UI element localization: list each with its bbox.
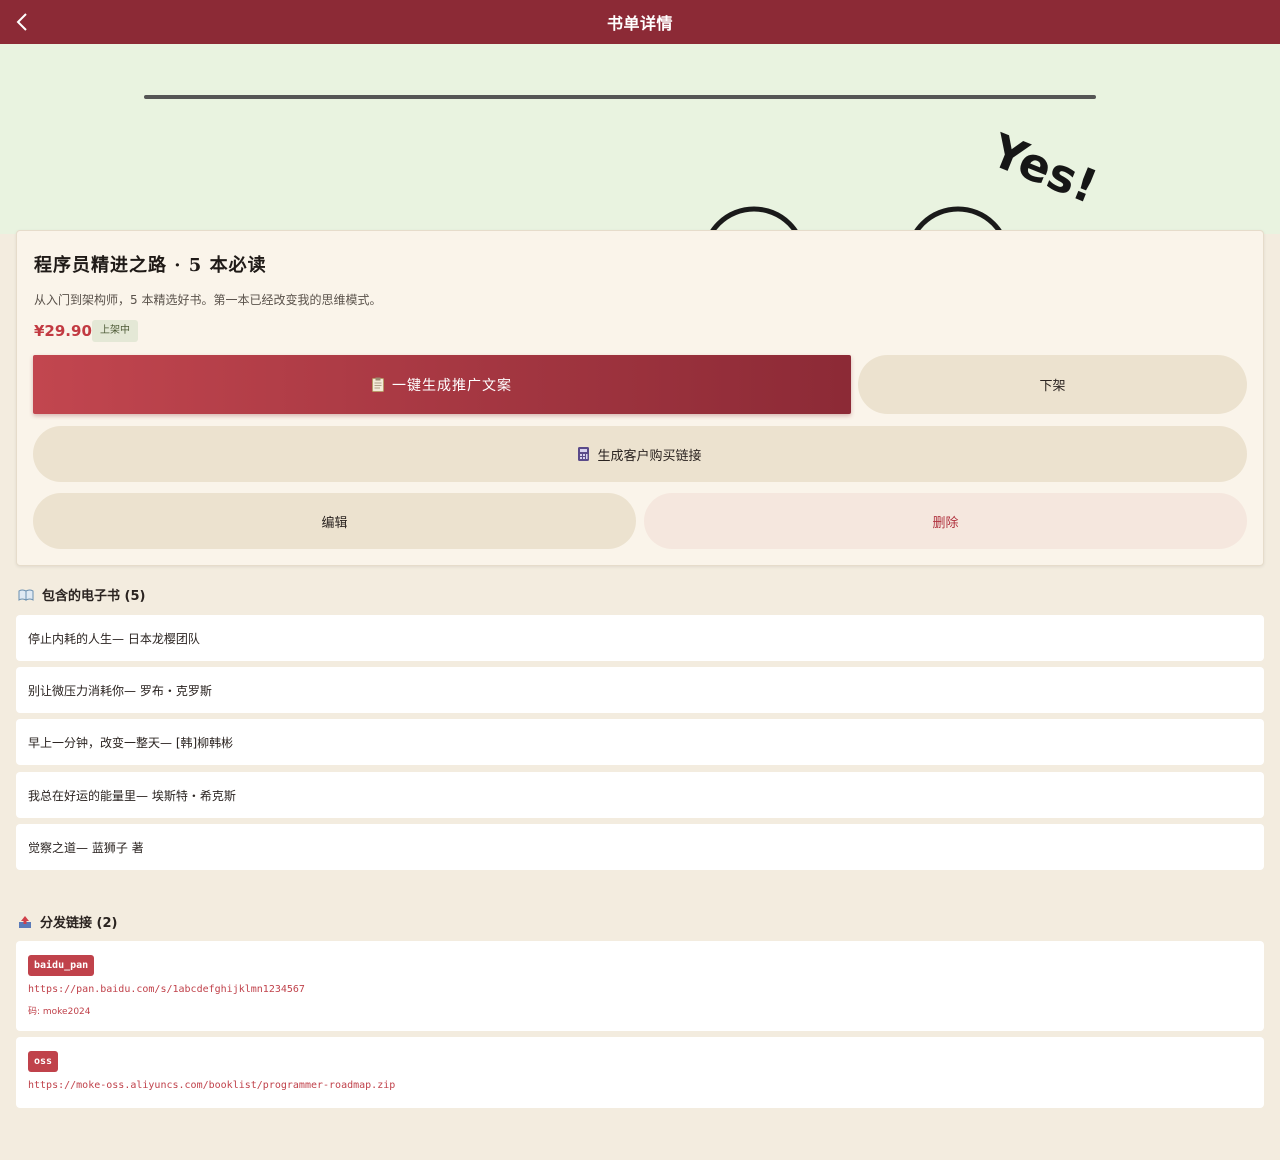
delete-button[interactable]: 删除 bbox=[644, 493, 1247, 549]
booklist-card: 程序员精进之路 · 5 本必读 从入门到架构师，5 本精选好书。第一本已经改变我… bbox=[16, 230, 1264, 566]
generate-purchase-link-button[interactable]: 生成客户购买链接 bbox=[33, 426, 1247, 482]
link-url[interactable]: https://pan.baidu.com/s/1abcdefghijklmn1… bbox=[28, 984, 305, 995]
generate-purchase-link-label: 生成客户购买链接 bbox=[597, 448, 702, 464]
link-extraction-code: 码: moke2024 bbox=[28, 1007, 91, 1017]
book-item[interactable]: 觉察之道— 蓝狮子 著 bbox=[16, 824, 1264, 870]
book-item[interactable]: 停止内耗的人生— 日本龙樱团队 bbox=[16, 615, 1264, 661]
links-section-heading: 分发链接 (2) bbox=[40, 916, 118, 931]
links-section-title: 分发链接 (2) bbox=[18, 912, 117, 931]
link-type-tag: oss bbox=[28, 1051, 59, 1072]
outbox-tray-icon bbox=[18, 915, 32, 929]
link-item: oss https://moke-oss.aliyuncs.com/bookli… bbox=[16, 1037, 1264, 1108]
generate-promo-button[interactable]: 一键生成推广文案 bbox=[33, 355, 851, 414]
calculator-icon bbox=[578, 447, 590, 461]
open-book-icon bbox=[18, 589, 34, 601]
top-bar: 书单详情 bbox=[0, 0, 1280, 44]
booklist-price: ¥29.90 bbox=[34, 322, 92, 340]
book-item[interactable]: 我总在好运的能量里— 埃斯特・希克斯 bbox=[16, 772, 1264, 818]
link-item: baidu_pan https://pan.baidu.com/s/1abcde… bbox=[16, 941, 1264, 1031]
booklist-title: 程序员精进之路 · 5 本必读 bbox=[34, 255, 267, 276]
book-item[interactable]: 别让微压力消耗你— 罗布・克罗斯 bbox=[16, 667, 1264, 713]
back-button[interactable] bbox=[8, 8, 36, 36]
hero-text: Yes! bbox=[983, 123, 1105, 214]
clipboard-icon bbox=[372, 377, 384, 392]
generate-promo-label: 一键生成推广文案 bbox=[392, 377, 512, 394]
cover-drawing: Yes! bbox=[144, 95, 1105, 234]
books-section-title: 包含的电子书 (5) bbox=[18, 585, 145, 604]
page-title: 书单详情 bbox=[606, 14, 673, 33]
book-item[interactable]: 早上一分钟，改变一整天— [韩]柳韩彬 bbox=[16, 719, 1264, 765]
chevron-left-icon bbox=[16, 13, 27, 31]
cover-illustration: Yes! bbox=[0, 44, 1280, 234]
edit-button[interactable]: 编辑 bbox=[33, 493, 636, 549]
take-offshelf-button[interactable]: 下架 bbox=[858, 355, 1247, 414]
link-type-tag: baidu_pan bbox=[28, 955, 95, 976]
link-url[interactable]: https://moke-oss.aliyuncs.com/booklist/p… bbox=[28, 1080, 395, 1091]
books-section-heading: 包含的电子书 (5) bbox=[42, 589, 146, 604]
status-badge: 上架中 bbox=[92, 320, 138, 342]
booklist-description: 从入门到架构师，5 本精选好书。第一本已经改变我的思维模式。 bbox=[34, 293, 382, 307]
